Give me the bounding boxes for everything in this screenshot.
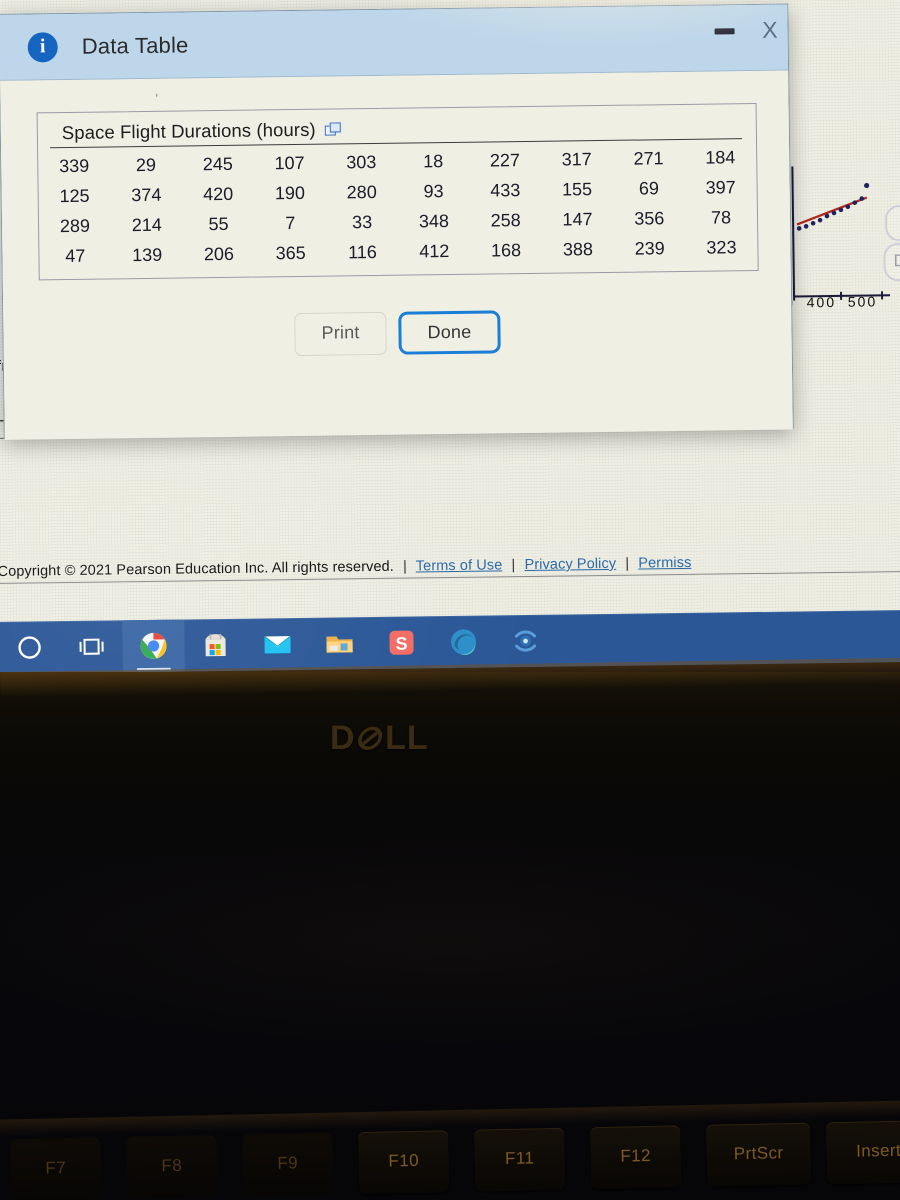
- table-cell: 280: [346, 181, 377, 202]
- permissions-link[interactable]: Permiss: [638, 555, 691, 572]
- table-cell: 107: [274, 152, 305, 173]
- screenshot-root: fro 0 400 500: [0, 0, 900, 1200]
- mail-icon[interactable]: [246, 618, 309, 671]
- data-table-body: 339 29 245 107 303 18 227 317 271 184 12…: [38, 142, 758, 271]
- file-explorer-icon[interactable]: [308, 617, 371, 670]
- table-cell: 420: [202, 183, 234, 204]
- table-cell: 339: [59, 155, 90, 176]
- table-cell: 317: [561, 148, 592, 170]
- table-cell: 397: [705, 176, 736, 198]
- table-cell: 214: [131, 214, 162, 235]
- terms-of-use-link[interactable]: Terms of Use: [416, 557, 503, 574]
- table-cell: 374: [131, 184, 162, 205]
- key-f9[interactable]: F9: [242, 1132, 334, 1197]
- task-view-icon[interactable]: [60, 620, 123, 673]
- info-icon: i: [27, 31, 58, 63]
- table-cell: 29: [135, 154, 157, 175]
- table-cell: 365: [275, 242, 306, 263]
- table-cell: 18: [422, 150, 444, 171]
- table-cell: 190: [274, 182, 306, 203]
- minimize-button[interactable]: [714, 27, 735, 35]
- dialog-title-bar: i Data Table X: [0, 4, 789, 81]
- svg-text:S: S: [395, 634, 407, 654]
- copy-icon[interactable]: [324, 121, 342, 137]
- table-cell: 206: [203, 243, 235, 264]
- table-cell: 388: [562, 238, 594, 260]
- scatter-plot-preview: 0 400 500: [782, 165, 900, 317]
- privacy-policy-link[interactable]: Privacy Policy: [524, 556, 616, 573]
- side-widget-round-2[interactable]: D: [883, 242, 900, 282]
- data-table-caption: Space Flight Durations (hours): [61, 118, 316, 144]
- key-f8[interactable]: F8: [126, 1135, 218, 1199]
- key-f11[interactable]: F11: [474, 1127, 566, 1192]
- table-cell: 239: [634, 237, 665, 259]
- cloud-sync-icon[interactable]: [494, 615, 557, 668]
- table-cell: 78: [710, 206, 732, 228]
- table-cell: 245: [202, 153, 233, 174]
- data-table: 339 29 245 107 303 18 227 317 271 184 12…: [38, 142, 758, 271]
- dialog-title: Data Table: [81, 31, 189, 59]
- table-cell: 258: [490, 209, 521, 230]
- laptop-palmrest: [0, 820, 900, 1100]
- key-f7[interactable]: F7: [10, 1137, 102, 1200]
- key-f10[interactable]: F10: [358, 1130, 450, 1195]
- table-cell: 69: [638, 177, 660, 199]
- sogou-icon[interactable]: S: [370, 616, 433, 669]
- table-cell: 155: [561, 178, 593, 200]
- print-button[interactable]: Print: [294, 311, 387, 357]
- laptop-screen: fro 0 400 500: [0, 0, 900, 692]
- footer-separator-1: |: [402, 558, 407, 575]
- key-prtscr[interactable]: PrtScr: [706, 1122, 812, 1187]
- table-cell: 147: [562, 208, 593, 230]
- table-cell: 168: [490, 239, 522, 260]
- close-icon[interactable]: X: [762, 17, 778, 43]
- cortana-icon[interactable]: [0, 621, 61, 674]
- table-cell: 33: [351, 211, 373, 232]
- key-f12[interactable]: F12: [590, 1125, 682, 1190]
- table-cell: 323: [706, 236, 737, 258]
- dialog-body: ' Space Flight Durations (hours) 339 29: [0, 70, 793, 440]
- table-cell: 125: [59, 185, 90, 206]
- table-cell: 55: [208, 213, 229, 234]
- edge-icon[interactable]: [432, 615, 495, 668]
- window-controls: X: [714, 17, 778, 43]
- microsoft-store-icon[interactable]: [184, 619, 247, 672]
- keyboard-function-row: F7 F8 F9 F10 F11 F12 PrtScr Insert: [0, 1112, 900, 1200]
- dell-brand-logo: D⊘LL: [330, 718, 429, 758]
- table-cell: 139: [131, 244, 163, 265]
- table-cell: 271: [633, 147, 664, 169]
- table-cell: 289: [59, 215, 91, 236]
- dell-logo-ll: LL: [385, 719, 429, 757]
- table-cell: 93: [423, 180, 444, 201]
- data-table-panel: Space Flight Durations (hours) 339 29 24…: [36, 102, 759, 281]
- table-cell: 184: [705, 146, 736, 168]
- scatter-axis-ticks: 0 400 500: [785, 293, 878, 311]
- data-table-caption-row: Space Flight Durations (hours): [49, 108, 742, 149]
- table-cell: 227: [489, 149, 521, 170]
- table-cell: 348: [418, 210, 450, 231]
- table-cell: 47: [65, 245, 86, 266]
- table-cell: 116: [348, 241, 377, 262]
- table-cell: 7: [285, 212, 296, 233]
- data-table-dialog: i Data Table X ' Space Flight Durations …: [0, 3, 794, 440]
- text-cursor-artifact: ': [155, 90, 158, 106]
- table-cell: 356: [634, 207, 665, 229]
- footer-separator-3: |: [625, 555, 630, 572]
- key-insert[interactable]: Insert: [825, 1120, 900, 1185]
- table-cell: 303: [346, 151, 377, 172]
- table-cell: 412: [419, 240, 450, 261]
- done-button[interactable]: Done: [398, 310, 501, 355]
- dialog-button-row: Print Done: [3, 307, 791, 360]
- chrome-icon[interactable]: [122, 619, 185, 673]
- table-cell: 433: [490, 179, 521, 200]
- footer-separator-2: |: [511, 557, 516, 574]
